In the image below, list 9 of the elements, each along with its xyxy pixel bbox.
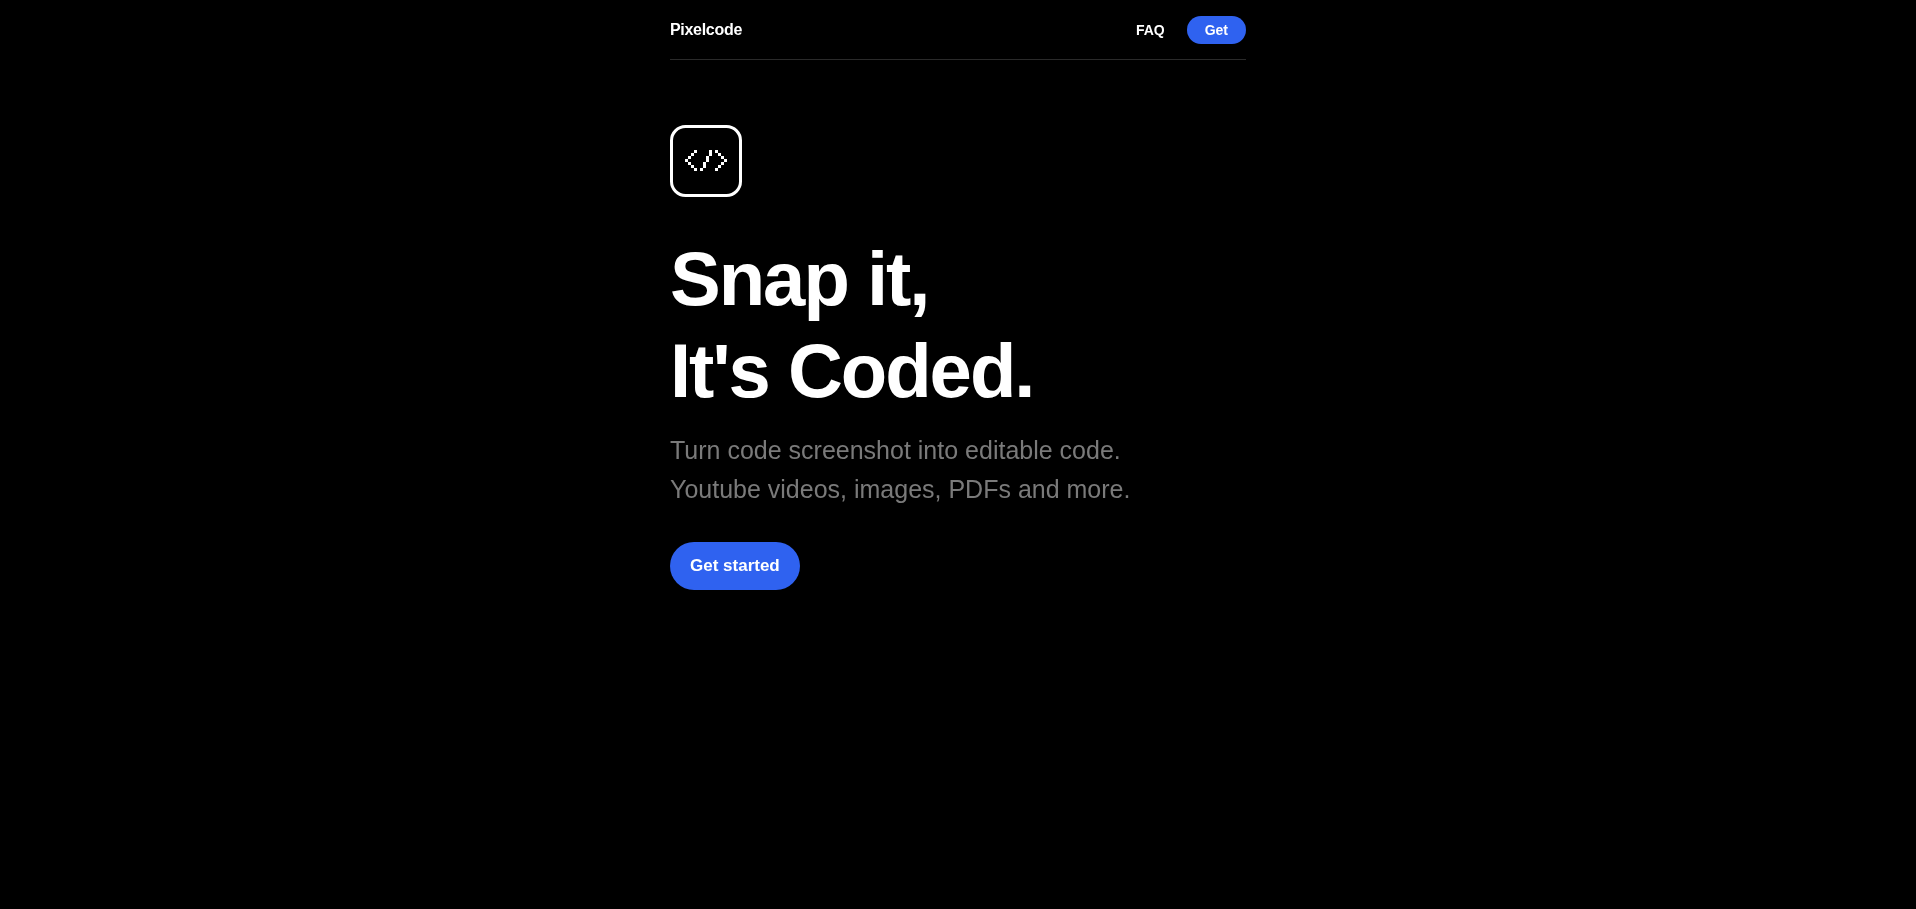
nav-link[interactable]: FAQ xyxy=(1135,21,1165,38)
subtitle: Youtube videos, images, PDFs and more. xyxy=(670,474,1132,505)
get-started-button[interactable]: Get started xyxy=(670,542,800,590)
get-button[interactable]: Get xyxy=(1186,15,1246,44)
code-icon xyxy=(670,125,742,197)
headline: Snap it, xyxy=(670,235,930,323)
subtitle: Turn code screenshot into editable code. xyxy=(670,435,1122,466)
brand-logo[interactable]: Pixelcode xyxy=(670,20,742,39)
headline: It's Coded. xyxy=(670,327,1035,415)
